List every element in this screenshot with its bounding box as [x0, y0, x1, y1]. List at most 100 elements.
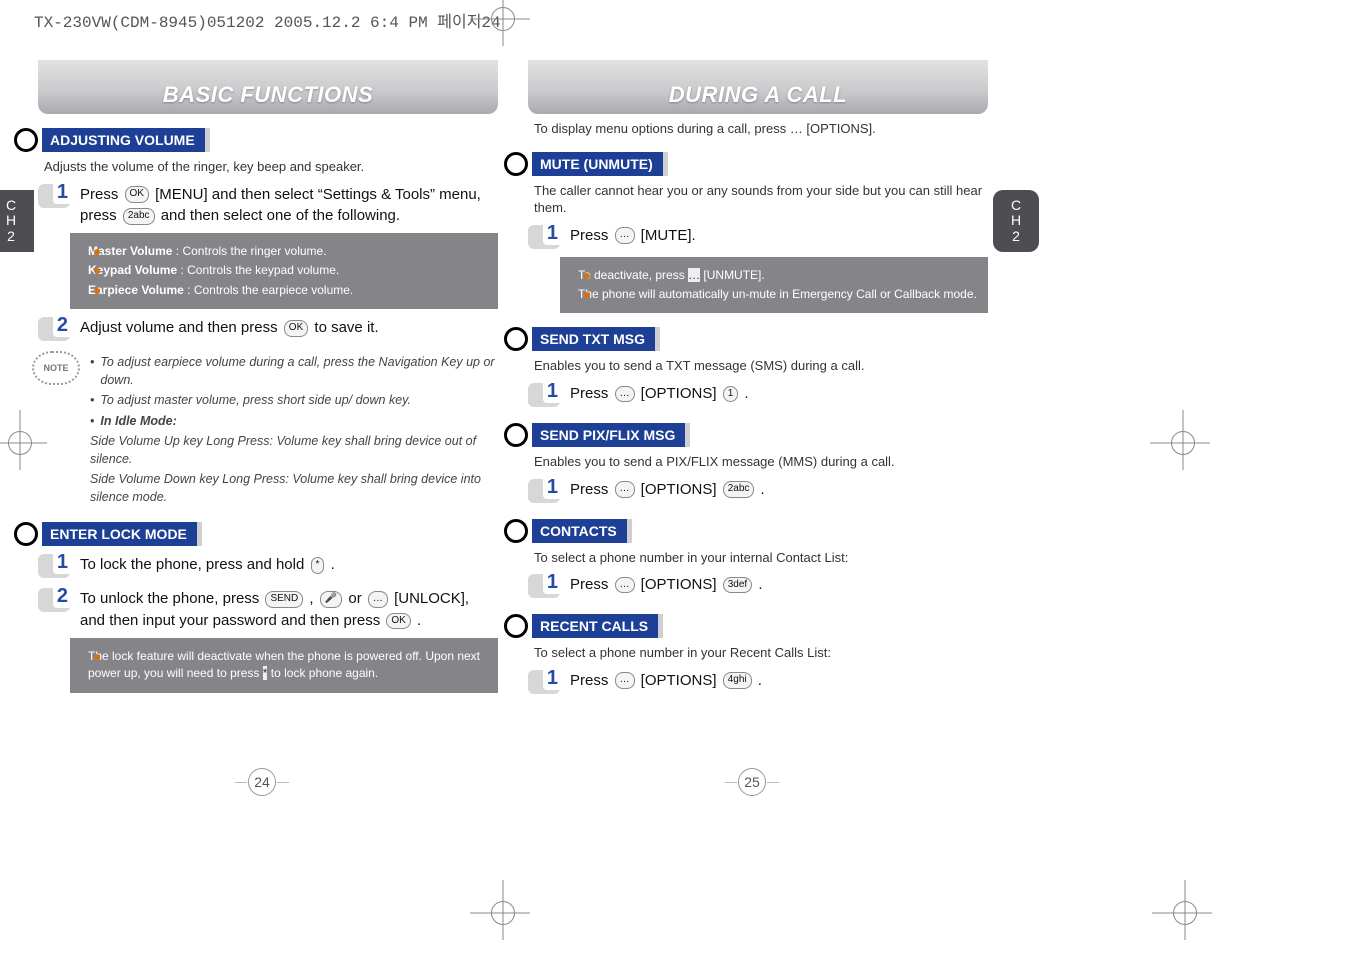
key-2-icon: 2abc [123, 208, 155, 225]
info-term: Earpiece Volume [88, 283, 184, 297]
section-header: CONTACTS [504, 519, 988, 543]
ok-key-icon: OK [125, 186, 149, 203]
send-key-icon: SEND [265, 591, 303, 608]
soft-key-icon: … [615, 577, 635, 594]
section-description: The caller cannot hear you or any sounds… [534, 182, 988, 217]
chapter-h: H [1011, 213, 1021, 228]
info-text: The phone will automatically un-mute in … [578, 287, 977, 301]
page-number: 24 [248, 768, 276, 796]
section-header: SEND TXT MSG [504, 327, 988, 351]
register-mark-icon [490, 6, 516, 32]
bullet-icon [504, 423, 528, 447]
section-title: ENTER LOCK MODE [42, 522, 197, 546]
step-text: Press … [OPTIONS] 3def . [570, 574, 763, 596]
info-text: : Controls the earpiece volume. [184, 283, 353, 297]
bullet-icon [504, 152, 528, 176]
chapter-c: C [1011, 198, 1021, 213]
info-text: : Controls the keypad volume. [177, 263, 339, 277]
chapter-num: 2 [7, 229, 15, 244]
soft-key-icon: … [615, 672, 635, 689]
step-number-icon: 1 [528, 225, 560, 251]
step: 1 Press OK [MENU] and then select “Setti… [38, 184, 498, 228]
step-number-icon: 1 [528, 479, 560, 505]
ok-key-icon: OK [284, 320, 308, 337]
register-mark-icon [1172, 900, 1198, 926]
step-number-icon: 1 [528, 383, 560, 409]
section-description: Adjusts the volume of the ringer, key be… [44, 158, 498, 176]
chapter-h: H [6, 213, 16, 228]
key-4-icon: 4ghi [723, 672, 752, 689]
section-description: Enables you to send a TXT message (SMS) … [534, 357, 988, 375]
step-number-icon: 1 [38, 184, 70, 210]
section-title: RECENT CALLS [532, 614, 658, 638]
step-text: To lock the phone, press and hold * . [80, 554, 335, 576]
bullet-icon [14, 128, 38, 152]
section-description: To select a phone number in your interna… [534, 549, 988, 567]
chapter-num: 2 [1012, 229, 1020, 244]
section-title: ADJUSTING VOLUME [42, 128, 205, 152]
soft-key-icon: … [615, 481, 635, 498]
section-header: RECENT CALLS [504, 614, 988, 638]
section-title: MUTE (UNMUTE) [532, 152, 663, 176]
step: 2 To unlock the phone, press SEND , 🎤 or… [38, 588, 498, 632]
star-key-icon: * [263, 666, 268, 680]
step-text: Press … [MUTE]. [570, 225, 696, 247]
step: 1 Press … [OPTIONS] 1 . [528, 383, 988, 409]
section-title: CONTACTS [532, 519, 627, 543]
step: 1 Press … [OPTIONS] 3def . [528, 574, 988, 600]
soft-key-icon: … [688, 268, 700, 282]
step-number-icon: 1 [528, 574, 560, 600]
info-term: Keypad Volume [88, 263, 177, 277]
step-text: Press … [OPTIONS] 1 . [570, 383, 749, 405]
star-key-icon: * [311, 557, 325, 574]
section-description: To display menu options during a call, p… [534, 120, 988, 138]
section-header: SEND PIX/FLIX MSG [504, 423, 988, 447]
step-text: To unlock the phone, press SEND , 🎤 or …… [80, 588, 498, 632]
ok-key-icon: OK [386, 613, 410, 630]
step-text: Press … [OPTIONS] 2abc . [570, 479, 765, 501]
section-title: SEND TXT MSG [532, 327, 655, 351]
step-number-icon: 2 [38, 588, 70, 614]
note-text: •To adjust earpiece volume during a call… [90, 351, 498, 508]
step: 1 To lock the phone, press and hold * . [38, 554, 498, 580]
chapter-c: C [6, 198, 16, 213]
step: 2 Adjust volume and then press OK to sav… [38, 317, 498, 343]
voice-key-icon: 🎤 [320, 591, 342, 608]
page-title: DURING A CALL [528, 60, 988, 114]
info-text: : Controls the ringer volume. [172, 244, 326, 258]
step-number-icon: 1 [38, 554, 70, 580]
info-box: Master Volume : Controls the ringer volu… [70, 233, 498, 309]
soft-key-icon: … [368, 591, 388, 608]
section-description: Enables you to send a PIX/FLIX message (… [534, 453, 988, 471]
note-icon: NOTE [32, 351, 80, 385]
page-number: 25 [738, 768, 766, 796]
step-text: Adjust volume and then press OK to save … [80, 317, 379, 339]
info-box: The lock feature will deactivate when th… [70, 638, 498, 693]
register-mark-icon [7, 430, 33, 456]
page-right: C H 2 DURING A CALL To display menu opti… [528, 60, 988, 702]
bullet-icon [504, 519, 528, 543]
step-text: Press … [OPTIONS] 4ghi . [570, 670, 762, 692]
bullet-icon [504, 614, 528, 638]
soft-key-icon: … [615, 386, 635, 403]
step-text: Press OK [MENU] and then select “Setting… [80, 184, 498, 228]
key-3-icon: 3def [723, 577, 752, 594]
step: 1 Press … [OPTIONS] 4ghi . [528, 670, 988, 696]
page-title: BASIC FUNCTIONS [38, 60, 498, 114]
soft-key-icon: … [790, 121, 803, 136]
step: 1 Press … [OPTIONS] 2abc . [528, 479, 988, 505]
bullet-icon [14, 522, 38, 546]
chapter-tab: C H 2 [0, 190, 34, 252]
info-term: Master Volume [88, 244, 172, 258]
key-2-icon: 2abc [723, 481, 755, 498]
section-header: MUTE (UNMUTE) [504, 152, 988, 176]
section-header: ENTER LOCK MODE [14, 522, 498, 546]
info-box: To deactivate, press … [UNMUTE]. The pho… [560, 257, 988, 314]
step: 1 Press … [MUTE]. [528, 225, 988, 251]
chapter-tab: C H 2 [993, 190, 1039, 252]
key-1-icon: 1 [723, 386, 739, 403]
register-mark-icon [490, 900, 516, 926]
section-header: ADJUSTING VOLUME [14, 128, 498, 152]
section-title: SEND PIX/FLIX MSG [532, 423, 685, 447]
section-description: To select a phone number in your Recent … [534, 644, 988, 662]
